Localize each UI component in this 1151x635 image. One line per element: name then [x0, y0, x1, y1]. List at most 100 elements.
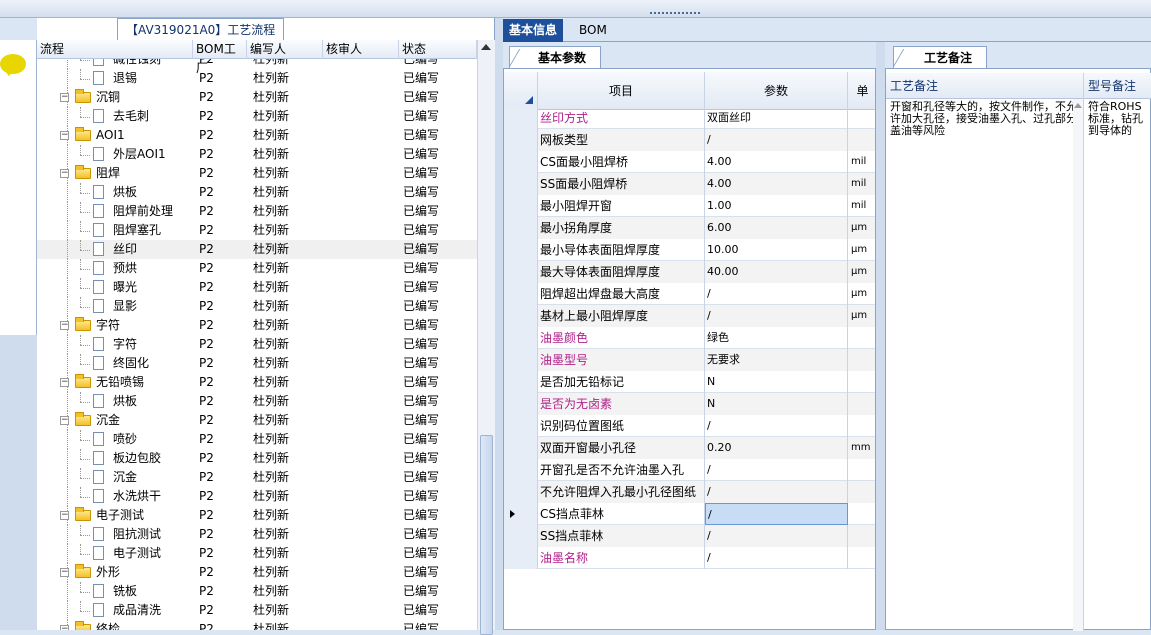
param-row[interactable]: 是否加无铅标记 N	[504, 371, 875, 393]
tree-node[interactable]: 阻抗测试	[37, 525, 193, 544]
row-header[interactable]	[504, 261, 538, 283]
param-row[interactable]: CS挡点菲林 /	[504, 503, 875, 525]
row-header[interactable]	[504, 459, 538, 481]
param-value-cell[interactable]: 0.20	[705, 437, 848, 459]
param-row[interactable]: SS挡点菲林 /	[504, 525, 875, 547]
param-row[interactable]: 最小导体表面阻焊厚度 10.00 μm	[504, 239, 875, 261]
tree-row[interactable]: − 外形 P2 杜列新 已编写	[37, 563, 477, 582]
grid-corner[interactable]	[504, 72, 538, 110]
param-value-cell[interactable]: /	[705, 547, 848, 569]
tree-row[interactable]: 终固化 P2 杜列新 已编写	[37, 354, 477, 373]
tab-basic-info[interactable]: 基本信息	[503, 19, 564, 42]
param-row[interactable]: 阻焊超出焊盘最大高度 / μm	[504, 283, 875, 305]
param-row[interactable]: 油墨颜色 绿色	[504, 327, 875, 349]
process-notes-cell[interactable]: 开窗和孔径等大的，按文件制作，不允许加大孔径，接受油墨入孔、过孔部分盖油等风险	[886, 99, 1084, 631]
chat-bubble-icon[interactable]	[0, 54, 26, 76]
param-value-cell[interactable]: /	[705, 305, 848, 327]
row-header[interactable]	[504, 349, 538, 371]
tree-node[interactable]: 成品清洗	[37, 601, 193, 620]
tree-row[interactable]: 水洗烘干 P2 杜列新 已编写	[37, 487, 477, 506]
collapse-icon[interactable]: −	[60, 625, 69, 630]
notes-scrollbar[interactable]	[1073, 99, 1083, 631]
tree-row[interactable]: 丝印 P2 杜列新 已编写	[37, 240, 477, 259]
tree-node[interactable]: 外层AOI1	[37, 145, 193, 164]
tree-node[interactable]: 终固化	[37, 354, 193, 373]
param-value-cell[interactable]: 绿色	[705, 327, 848, 349]
tree-row[interactable]: 烘板 P2 杜列新 已编写	[37, 183, 477, 202]
param-row[interactable]: CS面最小阻焊桥 4.00 mil	[504, 151, 875, 173]
col-header-value[interactable]: 参数	[705, 72, 848, 110]
row-header[interactable]	[504, 217, 538, 239]
tree-row[interactable]: 去毛刺 P2 杜列新 已编写	[37, 107, 477, 126]
model-notes-cell[interactable]: 符合ROHS标准，钻孔到导体的	[1084, 99, 1151, 631]
collapse-icon[interactable]: −	[60, 131, 69, 140]
tree-row[interactable]: 曝光 P2 杜列新 已编写	[37, 278, 477, 297]
param-row[interactable]: 识别码位置图纸 /	[504, 415, 875, 437]
tree-node[interactable]: 烘板	[37, 183, 193, 202]
col-header-writer[interactable]: 编写人	[247, 40, 323, 59]
tree-row[interactable]: 电子测试 P2 杜列新 已编写	[37, 544, 477, 563]
tree-row[interactable]: 字符 P2 杜列新 已编写	[37, 335, 477, 354]
tree-node[interactable]: − 电子测试	[37, 506, 193, 525]
col-header-process-notes[interactable]: 工艺备注	[886, 73, 1084, 99]
tree-node[interactable]: 喷砂	[37, 430, 193, 449]
tree-node[interactable]: − 阻焊	[37, 164, 193, 183]
tree-node[interactable]: 板边包胶	[37, 449, 193, 468]
tree-row[interactable]: 显影 P2 杜列新 已编写	[37, 297, 477, 316]
param-value-cell[interactable]: N	[705, 393, 848, 415]
tree-row[interactable]: 阻焊塞孔 P2 杜列新 已编写	[37, 221, 477, 240]
row-header[interactable]	[504, 525, 538, 547]
col-header-bom[interactable]: BOM工厂	[193, 40, 247, 75]
param-value-cell[interactable]: /	[705, 481, 848, 503]
scroll-thumb[interactable]	[480, 435, 493, 635]
tree-row[interactable]: − 电子测试 P2 杜列新 已编写	[37, 506, 477, 525]
col-header-reviewer[interactable]: 核审人	[323, 40, 399, 59]
tree-node[interactable]: 丝印	[37, 240, 193, 259]
tree-node[interactable]: − 外形	[37, 563, 193, 582]
row-header[interactable]	[504, 129, 538, 151]
tree-row[interactable]: − 沉金 P2 杜列新 已编写	[37, 411, 477, 430]
col-header-process[interactable]: 流程	[37, 40, 193, 59]
tree-node[interactable]: 烘板	[37, 392, 193, 411]
param-value-cell[interactable]: /	[705, 129, 848, 151]
tree-node[interactable]: 曝光	[37, 278, 193, 297]
tree-row[interactable]: 碱性蚀刻 P2 杜列新 已编写	[37, 59, 477, 69]
param-row[interactable]: 丝印方式 双面丝印	[504, 107, 875, 129]
tree-row[interactable]: 板边包胶 P2 杜列新 已编写	[37, 449, 477, 468]
collapse-icon[interactable]: −	[60, 169, 69, 178]
param-row[interactable]: 基材上最小阻焊厚度 / μm	[504, 305, 875, 327]
param-value-cell[interactable]: 4.00	[705, 151, 848, 173]
param-value-cell[interactable]: 10.00	[705, 239, 848, 261]
param-value-cell[interactable]: /	[705, 283, 848, 305]
tree-node[interactable]: − AOI1	[37, 126, 193, 145]
param-row[interactable]: 最大导体表面阻焊厚度 40.00 μm	[504, 261, 875, 283]
tree-node[interactable]: 去毛刺	[37, 107, 193, 126]
collapse-icon[interactable]: −	[60, 93, 69, 102]
tree-node[interactable]: 阻焊前处理	[37, 202, 193, 221]
row-header[interactable]	[504, 415, 538, 437]
param-row[interactable]: 最小拐角厚度 6.00 μm	[504, 217, 875, 239]
tree-node[interactable]: 字符	[37, 335, 193, 354]
tree-row[interactable]: − 终检 P2 杜列新 已编写	[37, 620, 477, 630]
row-header[interactable]	[504, 283, 538, 305]
tree-node[interactable]: − 沉铜	[37, 88, 193, 107]
row-header[interactable]	[504, 107, 538, 129]
row-header[interactable]	[504, 547, 538, 569]
tree-row[interactable]: − AOI1 P2 杜列新 已编写	[37, 126, 477, 145]
row-header[interactable]	[504, 481, 538, 503]
param-row[interactable]: 双面开窗最小孔径 0.20 mm	[504, 437, 875, 459]
param-value-cell[interactable]: 1.00	[705, 195, 848, 217]
param-row[interactable]: 网板类型 /	[504, 129, 875, 151]
tree-row[interactable]: 阻焊前处理 P2 杜列新 已编写	[37, 202, 477, 221]
tree-row[interactable]: 喷砂 P2 杜列新 已编写	[37, 430, 477, 449]
tree-row[interactable]: − 字符 P2 杜列新 已编写	[37, 316, 477, 335]
tree-row[interactable]: 沉金 P2 杜列新 已编写	[37, 468, 477, 487]
row-header[interactable]	[504, 371, 538, 393]
collapse-icon[interactable]: −	[60, 511, 69, 520]
tree-scrollbar[interactable]	[477, 40, 495, 635]
tree-row[interactable]: 退锡 P2 杜列新 已编写	[37, 69, 477, 88]
tree-node[interactable]: 显影	[37, 297, 193, 316]
tree-row[interactable]: − 无铅喷锡 P2 杜列新 已编写	[37, 373, 477, 392]
tree-node[interactable]: − 终检	[37, 620, 193, 630]
row-header[interactable]	[504, 393, 538, 415]
